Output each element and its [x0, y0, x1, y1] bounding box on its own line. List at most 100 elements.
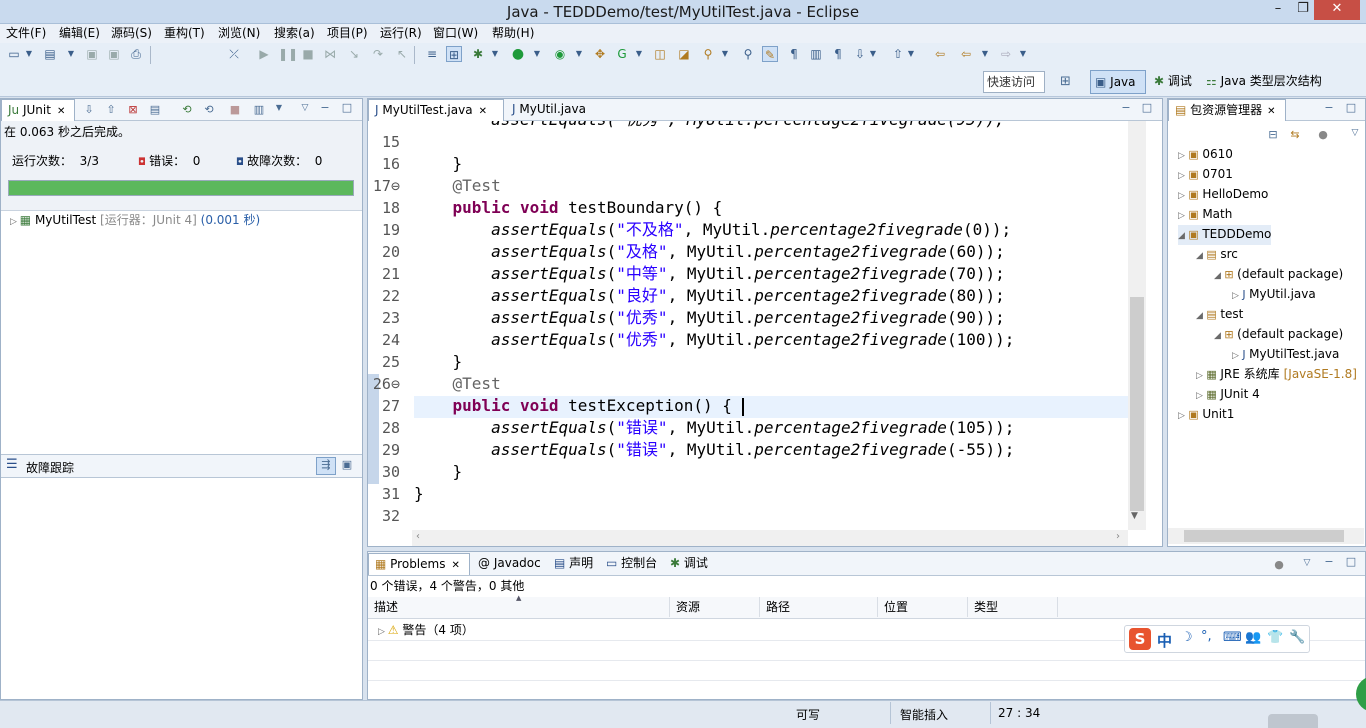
last-edit-icon[interactable]: ⇦ [932, 46, 948, 62]
search-icon[interactable]: ⚲ [700, 46, 716, 62]
mark-occurrences-icon[interactable]: ⚲ [740, 46, 756, 62]
step-into-icon[interactable]: ↘ [346, 46, 362, 62]
chevron-down-icon[interactable]: ▼ [1018, 46, 1028, 62]
open-task-icon[interactable]: ◪ [676, 46, 692, 62]
skip-breakpoints-icon[interactable]: ⤫ [226, 46, 242, 62]
minimize-view-icon[interactable]: − [1322, 555, 1336, 568]
keyboard-icon[interactable]: ⌨ [1223, 630, 1242, 645]
expand-icon[interactable]: ◢ [1214, 331, 1221, 341]
step-over-icon[interactable]: ↷ [370, 46, 386, 62]
run-icon[interactable]: ● [510, 46, 526, 62]
menu-file[interactable]: 文件(F) [6, 24, 46, 43]
focus-icon[interactable]: ● [1316, 128, 1330, 141]
sogou-logo-icon[interactable]: S [1129, 628, 1151, 650]
chevron-right-icon[interactable]: › [1116, 531, 1120, 542]
tree-item[interactable]: ▷ ▣ 0610 [1178, 145, 1233, 165]
expand-icon[interactable]: ▷ [10, 217, 20, 227]
minimize-button[interactable]: – [1266, 0, 1290, 20]
save-icon[interactable]: ▣ [84, 46, 100, 62]
rerun-test-icon[interactable]: ⟲ [180, 103, 194, 116]
suspend-icon[interactable]: ❚❚ [278, 46, 298, 62]
close-button[interactable]: ✕ [1314, 0, 1360, 20]
next-failure-icon[interactable]: ⇩ [82, 103, 96, 116]
menu-project[interactable]: 项目(P) [327, 24, 368, 43]
ime-toolbar[interactable]: S 中 ☽ °, ⌨ 👥 👕 🔧 [1124, 625, 1310, 653]
coverage-icon[interactable]: ◉ [552, 46, 568, 62]
chevron-down-icon[interactable]: ▼ [868, 46, 878, 62]
expand-icon[interactable]: ▷ [1196, 371, 1203, 381]
ime-language[interactable]: 中 [1157, 630, 1172, 651]
chevron-down-icon[interactable]: ▼ [906, 46, 916, 62]
chevron-down-icon[interactable]: ▼ [634, 46, 644, 62]
tree-item[interactable]: ▷ ▣ 0701 [1178, 165, 1233, 185]
forward-icon[interactable]: ⇨ [998, 46, 1014, 62]
tree-item[interactable]: ▷ ▣ HelloDemo [1178, 185, 1268, 205]
expand-icon[interactable]: ▷ [1196, 391, 1203, 401]
menu-help[interactable]: 帮助(H) [492, 24, 534, 43]
tree-item[interactable]: ▷ ▦ JRE 系统库 [JavaSE-1.8] [1196, 365, 1357, 385]
print-icon[interactable]: ⎙ [128, 46, 144, 62]
perspective-java[interactable]: ▣ Java [1090, 70, 1146, 94]
expand-icon[interactable]: ▷ [1178, 211, 1185, 221]
menu-run[interactable]: 运行(R) [380, 24, 422, 43]
previous-failure-icon[interactable]: ⇧ [104, 103, 118, 116]
open-type-icon[interactable]: ▤ [42, 46, 58, 62]
minimize-view-icon[interactable]: − [318, 101, 332, 114]
close-icon[interactable]: ✕ [1267, 106, 1275, 117]
tab-declaration[interactable]: ▤ 声明 [548, 553, 599, 575]
tree-item[interactable]: ▷ J MyUtil.java [1232, 285, 1316, 305]
wrench-icon[interactable]: 🔧 [1289, 630, 1305, 645]
save-all-icon[interactable]: ▣ [106, 46, 122, 62]
quick-access-input[interactable]: 快速访问 [983, 71, 1045, 93]
menu-search[interactable]: 搜索(a) [274, 24, 315, 43]
users-icon[interactable]: 👥 [1245, 630, 1261, 645]
new-java-class-icon[interactable]: G [614, 46, 630, 62]
menu-navigate[interactable]: 浏览(N) [218, 24, 260, 43]
tree-item[interactable]: ◢ ⊞ (default package) [1214, 325, 1343, 345]
tab-console[interactable]: ▭ 控制台 [600, 553, 663, 575]
menu-edit[interactable]: 编辑(E) [59, 24, 100, 43]
external-tools-icon[interactable]: ✥ [592, 46, 608, 62]
warnings-group-row[interactable]: ▷ ⚠ 警告（4 项） [378, 621, 474, 641]
maximize-view-icon[interactable]: □ [1140, 101, 1154, 114]
expand-icon[interactable]: ▷ [1178, 191, 1185, 201]
paragraph-icon[interactable]: ¶ [830, 46, 846, 62]
tab-problems[interactable]: ▦ Problems ✕ [368, 553, 470, 575]
chevron-down-icon[interactable]: ▼ [574, 46, 584, 62]
column-location[interactable]: 位置 [878, 597, 968, 617]
moon-icon[interactable]: ☽ [1181, 630, 1193, 645]
history-icon[interactable]: ▥ [252, 103, 266, 116]
open-perspective-icon[interactable]: ⊞ [1060, 74, 1071, 89]
expand-icon[interactable]: ▷ [378, 627, 388, 637]
chevron-down-icon[interactable]: ▼ [1131, 511, 1138, 521]
scroll-lock-icon[interactable]: ▤ [148, 103, 162, 116]
back-icon[interactable]: ⇦ [958, 46, 974, 62]
next-annotation-icon[interactable]: ⇩ [852, 46, 868, 62]
expand-icon[interactable]: ◢ [1196, 251, 1203, 261]
tab-debug[interactable]: ✱ 调试 [664, 553, 714, 575]
tab-junit[interactable]: Ju JUnit ✕ [1, 99, 75, 121]
menu-window[interactable]: 窗口(W) [433, 24, 478, 43]
tab-package-explorer[interactable]: ▤ 包资源管理器 ✕ [1168, 99, 1286, 121]
expand-icon[interactable]: ▷ [1178, 151, 1185, 161]
perspective-type-hierarchy[interactable]: ⚏ Java 类型层次结构 [1202, 70, 1326, 94]
punctuation-icon[interactable]: °, [1201, 629, 1212, 644]
tree-item[interactable]: ▷ ▦ JUnit 4 [1196, 385, 1260, 405]
code-editor[interactable]: assertEquals("优秀", MyUtil.percentage2fiv… [368, 121, 1128, 530]
chevron-down-icon[interactable]: ▼ [490, 46, 500, 62]
show-failures-only-icon[interactable]: ⊠ [126, 103, 140, 116]
block-selection-icon[interactable]: ▥ [808, 46, 824, 62]
menu-source[interactable]: 源码(S) [111, 24, 152, 43]
tree-item[interactable]: ◢ ▤ src [1196, 245, 1238, 265]
stop-icon[interactable]: ■ [228, 103, 242, 116]
disconnect-icon[interactable]: ⋈ [322, 46, 338, 62]
new-icon[interactable]: ▭ [6, 46, 22, 62]
view-menu-icon[interactable]: ▽ [1348, 128, 1362, 138]
expand-icon[interactable]: ◢ [1196, 311, 1203, 321]
resume-icon[interactable]: ▶ [256, 46, 272, 62]
chevron-down-icon[interactable]: ▼ [980, 46, 990, 62]
tree-item[interactable]: ▷ J MyUtilTest.java [1232, 345, 1339, 365]
scrollbar-thumb[interactable] [1130, 297, 1144, 511]
chevron-down-icon[interactable]: ▼ [720, 46, 730, 62]
tree-item[interactable]: ◢ ▣ TEDDDemo [1178, 225, 1272, 245]
